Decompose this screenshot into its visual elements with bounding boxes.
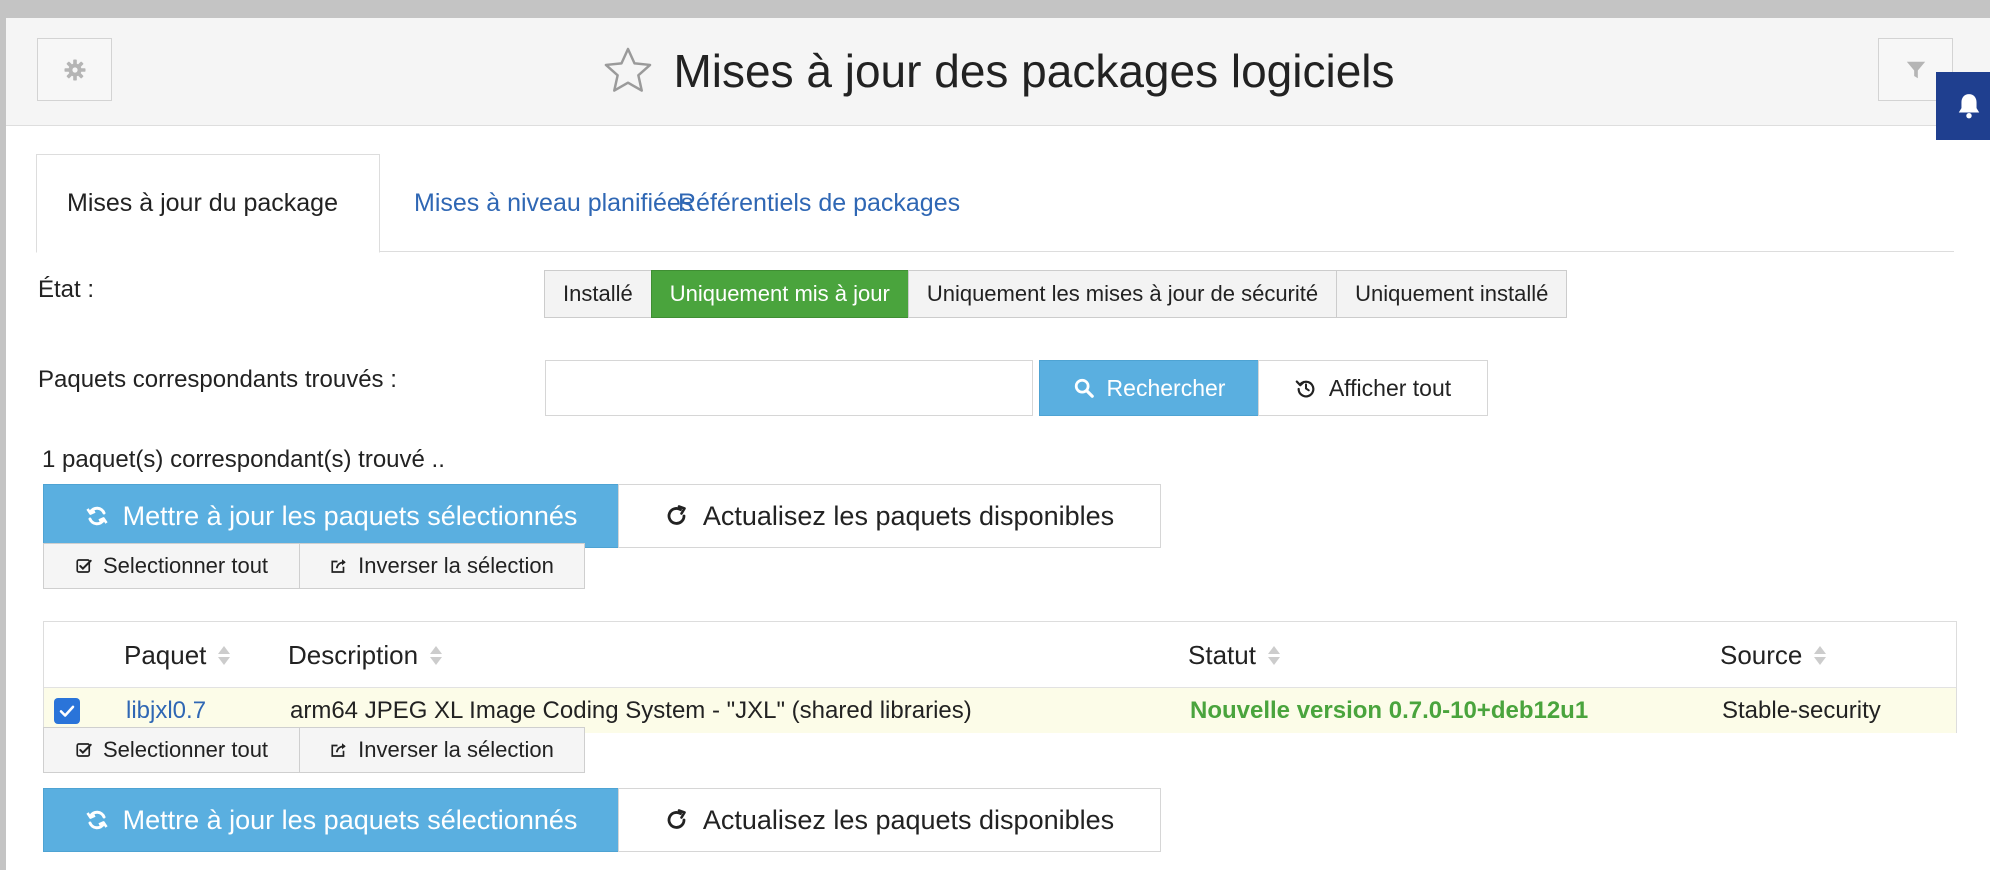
search-button-label: Rechercher	[1106, 374, 1226, 401]
select-all-button[interactable]: Selectionner tout	[43, 543, 300, 589]
column-header-status[interactable]: Statut	[1188, 622, 1280, 688]
state-security-only-button[interactable]: Uniquement les mises à jour de sécurité	[907, 270, 1338, 318]
update-selected-button[interactable]: Mettre à jour les paquets sélectionnés	[43, 484, 619, 548]
page-header: Mises à jour des packages logiciels	[6, 18, 1990, 126]
refresh-icon	[86, 810, 108, 830]
column-header-package[interactable]: Paquet	[124, 622, 231, 688]
update-selected-label: Mettre à jour les paquets sélectionnés	[122, 500, 578, 531]
tab-bar: Mises à jour du package Mises à niveau p…	[36, 154, 1954, 253]
sort-icon	[1814, 645, 1827, 665]
packages-table: Paquet Description Statut Source libjxl0…	[43, 621, 1957, 733]
page-title: Mises à jour des packages logiciels	[673, 44, 1395, 97]
table-header: Paquet Description Statut Source	[44, 622, 1956, 688]
tab-package-updates[interactable]: Mises à jour du package	[36, 154, 380, 253]
main-panel: Mises à jour des packages logiciels Mise…	[6, 18, 1990, 870]
refresh-available-label: Actualisez les paquets disponibles	[702, 500, 1115, 531]
results-count: 1 paquet(s) correspondant(s) trouvé ..	[42, 446, 445, 473]
state-updates-only-button[interactable]: Uniquement mis à jour	[650, 270, 909, 318]
search-icon	[1074, 378, 1094, 398]
select-all-label: Selectionner tout	[102, 553, 269, 578]
invert-selection-label: Inverser la sélection	[358, 737, 554, 762]
show-all-label: Afficher tout	[1328, 374, 1452, 401]
state-installed-button[interactable]: Installé	[544, 270, 652, 318]
title-area: Mises à jour des packages logiciels	[6, 38, 1990, 103]
search-button[interactable]: Rechercher	[1039, 360, 1259, 416]
invert-selection-button[interactable]: Inverser la sélection	[299, 543, 585, 589]
sort-icon	[1267, 645, 1280, 665]
check-square-icon	[76, 743, 92, 757]
star-icon[interactable]	[601, 44, 655, 98]
top-action-bar: Mettre à jour les paquets sélectionnés A…	[43, 484, 1161, 548]
refresh-icon	[86, 506, 108, 526]
refresh-available-button[interactable]: Actualisez les paquets disponibles	[618, 788, 1161, 852]
state-label: État :	[38, 276, 95, 303]
column-label: Paquet	[124, 639, 207, 670]
column-label: Description	[288, 639, 419, 670]
bottom-action-bar: Mettre à jour les paquets sélectionnés A…	[43, 788, 1161, 852]
invert-selection-label: Inverser la sélection	[358, 553, 554, 578]
column-label: Statut	[1188, 639, 1256, 670]
checkmark-icon	[59, 705, 75, 717]
bottom-selection-bar: Selectionner tout Inverser la sélection	[43, 727, 585, 773]
refresh-available-button[interactable]: Actualisez les paquets disponibles	[618, 484, 1161, 548]
history-icon	[1295, 380, 1315, 398]
sort-icon	[218, 645, 231, 665]
update-selected-button[interactable]: Mettre à jour les paquets sélectionnés	[43, 788, 619, 852]
sort-icon	[430, 645, 443, 665]
invert-selection-button[interactable]: Inverser la sélection	[299, 727, 585, 773]
update-selected-label: Mettre à jour les paquets sélectionnés	[122, 804, 578, 835]
refresh-available-label: Actualisez les paquets disponibles	[702, 804, 1115, 835]
bell-icon	[1958, 94, 1980, 119]
search-label: Paquets correspondants trouvés :	[38, 366, 397, 393]
column-header-description[interactable]: Description	[288, 622, 443, 688]
share-square-icon	[331, 559, 346, 573]
column-header-source[interactable]: Source	[1720, 622, 1827, 688]
select-all-button[interactable]: Selectionner tout	[43, 727, 300, 773]
row-checkbox[interactable]	[54, 698, 80, 724]
tab-label: Mises à jour du package	[67, 189, 338, 217]
top-selection-bar: Selectionner tout Inverser la sélection	[43, 543, 585, 589]
rotate-icon	[667, 809, 686, 829]
share-square-icon	[331, 743, 346, 757]
column-label: Source	[1720, 639, 1803, 670]
show-all-button[interactable]: Afficher tout	[1258, 360, 1488, 416]
check-square-icon	[76, 559, 92, 573]
search-input[interactable]	[545, 360, 1033, 416]
state-filter-group: Installé Uniquement mis à jour Uniquemen…	[544, 270, 1568, 318]
filter-icon	[1906, 61, 1925, 78]
select-all-label: Selectionner tout	[102, 737, 269, 762]
tab-package-repositories[interactable]: Référentiels de packages	[648, 154, 990, 252]
tab-label: Référentiels de packages	[678, 188, 961, 217]
state-installed-only-button[interactable]: Uniquement installé	[1336, 270, 1568, 318]
package-source: Stable-security	[1722, 696, 1881, 724]
rotate-icon	[667, 505, 686, 525]
notification-tab[interactable]	[1936, 72, 1990, 140]
package-status: Nouvelle version 0.7.0-10+deb12u1	[1190, 696, 1589, 724]
